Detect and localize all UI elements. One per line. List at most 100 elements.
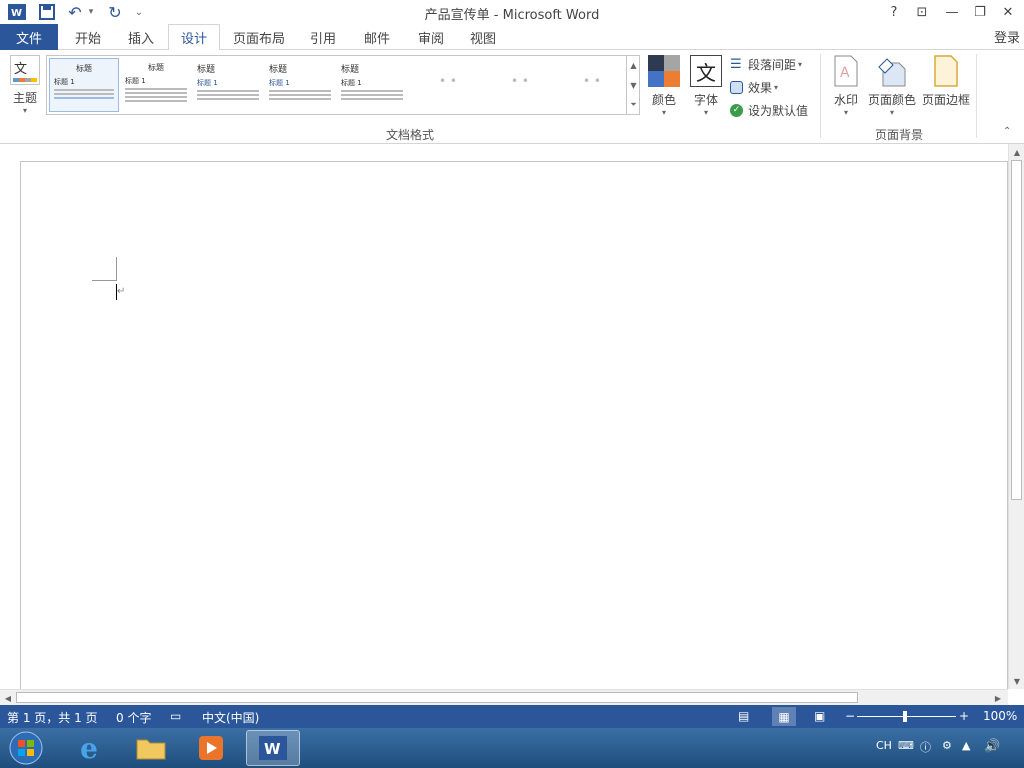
- collapse-ribbon-icon[interactable]: ⌃: [1003, 126, 1011, 137]
- tab-mailings[interactable]: 邮件: [352, 24, 402, 50]
- themes-label: 主题: [12, 91, 37, 105]
- zoom-out-button[interactable]: −: [845, 709, 855, 723]
- word-icon: W: [259, 736, 287, 760]
- paragraph-spacing-button[interactable]: ☰ 段落间距 ▾: [730, 55, 816, 73]
- paragraph-spacing-icon: ☰: [730, 56, 742, 72]
- scroll-right-icon[interactable]: ▶: [990, 690, 1006, 706]
- proofing-icon[interactable]: ▭: [170, 709, 181, 723]
- margin-mark-horizontal: [92, 280, 116, 281]
- document-format-group-label: 文档格式: [385, 128, 434, 142]
- restore-button[interactable]: ❐: [966, 2, 994, 22]
- web-layout-icon[interactable]: ▣: [814, 709, 825, 723]
- help-tray-icon[interactable]: ⓘ: [920, 739, 931, 755]
- style-set-item[interactable]: 标题 标题 1: [193, 58, 263, 112]
- loading-dots-icon: • •: [511, 74, 529, 88]
- close-button[interactable]: ✕: [994, 2, 1022, 22]
- tab-view[interactable]: 视图: [458, 24, 508, 50]
- tab-review[interactable]: 审阅: [406, 24, 456, 50]
- page-color-button[interactable]: 页面颜色 ▾: [866, 55, 918, 119]
- themes-icon: 文: [10, 55, 40, 85]
- gallery-scroll-up-icon[interactable]: ▲: [627, 55, 640, 75]
- effects-icon: [730, 80, 748, 94]
- watermark-label: 水印: [833, 93, 858, 107]
- style-set-item[interactable]: 标题 标题 1: [121, 58, 191, 112]
- colors-dropdown-icon: ▾: [661, 108, 666, 117]
- paragraph-spacing-dropdown-icon: ▾: [798, 59, 803, 69]
- input-language[interactable]: CH: [876, 739, 892, 752]
- tab-design[interactable]: 设计: [168, 24, 220, 51]
- set-as-default-button[interactable]: ✓ 设为默认值: [730, 101, 816, 119]
- loading-dots-icon: • •: [583, 74, 601, 88]
- themes-dropdown-icon: ▾: [22, 106, 27, 115]
- taskbar: e W CH ⌨ ⓘ ⚙ ▲ 🔊: [0, 728, 1024, 768]
- effects-button[interactable]: 效果 ▾: [730, 78, 816, 96]
- gallery-scroll-down-icon[interactable]: ▼: [627, 75, 640, 95]
- svg-text:A: A: [840, 65, 850, 81]
- vertical-scroll-thumb[interactable]: [1011, 160, 1022, 500]
- media-player-icon: [199, 736, 223, 760]
- document-area: ↵: [0, 144, 1008, 701]
- keyboard-icon[interactable]: ⌨: [898, 739, 914, 752]
- style-set-gallery: 标题 标题 1 标题 标题 1 标题 标题 1 标题 标题 1 标题 标题 1 …: [46, 55, 640, 115]
- page-background-group-label: 页面背景: [874, 128, 923, 142]
- page-borders-button[interactable]: 页面边框: [920, 55, 972, 119]
- style-set-item[interactable]: 标题 标题 1: [49, 58, 119, 112]
- windows-start-icon: [9, 731, 43, 765]
- sign-in-link[interactable]: 登录: [994, 27, 1020, 46]
- fonts-label: 字体: [693, 93, 718, 107]
- tab-home[interactable]: 开始: [62, 24, 114, 50]
- read-mode-icon[interactable]: ▤: [738, 709, 749, 723]
- help-button[interactable]: ?: [880, 2, 908, 22]
- vertical-scrollbar[interactable]: ▲ ▼: [1008, 144, 1024, 689]
- taskbar-file-explorer[interactable]: [124, 730, 178, 766]
- ribbon-display-options-button[interactable]: ⊡: [908, 2, 936, 22]
- minimize-button[interactable]: —: [938, 2, 966, 22]
- language-indicator[interactable]: 中文(中国): [202, 709, 259, 726]
- tab-references[interactable]: 引用: [298, 24, 348, 50]
- style-set-item[interactable]: 标题 标题 1: [337, 58, 407, 112]
- watermark-button[interactable]: A 水印 ▾: [828, 55, 864, 119]
- themes-button[interactable]: 文 主题 ▾: [8, 55, 42, 115]
- gallery-more-icon[interactable]: ⏷: [627, 95, 640, 115]
- word-count[interactable]: 0 个字: [116, 709, 151, 726]
- taskbar-internet-explorer[interactable]: e: [62, 730, 116, 766]
- zoom-in-button[interactable]: +: [959, 709, 969, 723]
- scroll-down-icon[interactable]: ▼: [1009, 673, 1024, 689]
- page-count[interactable]: 第 1 页，共 1 页: [7, 709, 98, 726]
- group-separator: [976, 54, 977, 138]
- internet-explorer-icon: e: [80, 731, 98, 765]
- colors-button[interactable]: 颜色 ▾: [646, 55, 682, 119]
- gallery-scroll: ▲ ▼ ⏷: [626, 55, 640, 115]
- show-hidden-icons-icon[interactable]: ▲: [962, 739, 970, 752]
- zoom-level[interactable]: 100%: [983, 709, 1017, 723]
- fonts-dropdown-icon: ▾: [703, 108, 708, 117]
- style-set-item[interactable]: 标题 标题 1: [265, 58, 335, 112]
- volume-icon[interactable]: 🔊: [984, 739, 1000, 754]
- tab-page-layout[interactable]: 页面布局: [224, 24, 294, 50]
- ribbon-tab-bar: 文件 开始 插入 设计 页面布局 引用 邮件 审阅 视图 登录: [0, 24, 1024, 51]
- set-as-default-label: 设为默认值: [748, 103, 809, 118]
- tab-insert[interactable]: 插入: [116, 24, 166, 50]
- page-color-label: 页面颜色: [867, 93, 916, 107]
- ime-options-icon[interactable]: ⚙: [942, 739, 952, 752]
- fonts-button[interactable]: 文 字体 ▾: [688, 55, 724, 119]
- colors-label: 颜色: [651, 93, 676, 107]
- zoom-slider-thumb[interactable]: [903, 711, 907, 722]
- print-layout-icon[interactable]: ▦: [772, 707, 796, 726]
- document-page[interactable]: ↵: [20, 161, 1008, 701]
- status-bar: 第 1 页，共 1 页 0 个字 ▭ 中文(中国) ▤ ▦ ▣ − + 100%: [0, 705, 1024, 728]
- scroll-left-icon[interactable]: ◀: [0, 690, 16, 706]
- taskbar-word[interactable]: W: [246, 730, 300, 766]
- start-button[interactable]: [2, 730, 50, 766]
- margin-mark-vertical: [116, 257, 117, 281]
- watermark-icon: A: [834, 55, 858, 87]
- tab-file[interactable]: 文件: [0, 24, 58, 50]
- watermark-dropdown-icon: ▾: [843, 108, 848, 117]
- horizontal-scroll-thumb[interactable]: [16, 692, 858, 703]
- window-title: 产品宣传单 - Microsoft Word: [424, 8, 600, 23]
- scroll-up-icon[interactable]: ▲: [1009, 144, 1024, 160]
- taskbar-media-player[interactable]: [184, 730, 238, 766]
- ribbon: 文 主题 ▾ 标题 标题 1 标题 标题 1 标题 标题 1 标题 标题 1 标…: [0, 50, 1024, 144]
- horizontal-scrollbar[interactable]: ◀ ▶: [0, 689, 1008, 705]
- effects-dropdown-icon: ▾: [774, 82, 779, 92]
